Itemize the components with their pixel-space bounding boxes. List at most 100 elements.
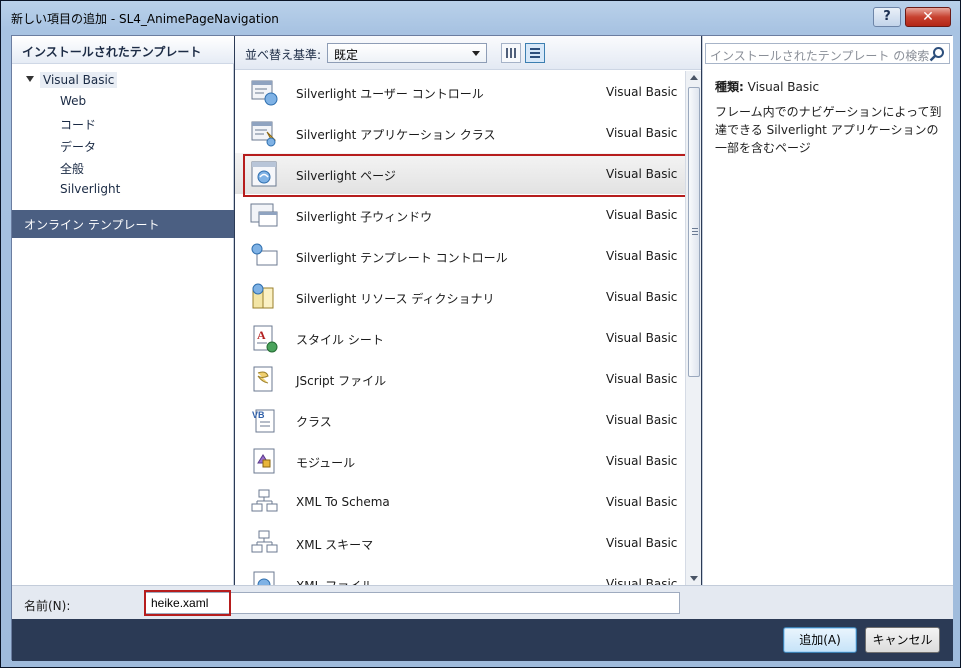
online-templates-header[interactable]: オンライン テンプレート bbox=[12, 210, 234, 238]
template-list-pane: 並べ替え基準: 既定 Silverlight ユーザー コントロール Visual… bbox=[235, 36, 701, 585]
template-name: Silverlight リソース ディクショナリ bbox=[296, 292, 495, 306]
list-scrollbar[interactable] bbox=[685, 71, 701, 585]
template-language: Visual Basic bbox=[606, 413, 678, 427]
style-sheet-icon: A bbox=[253, 325, 278, 353]
template-language: Visual Basic bbox=[606, 126, 678, 140]
search-templates-input[interactable]: インストールされたテンプレート の検索 bbox=[705, 43, 950, 64]
button-bar: 追加(A) キャンセル bbox=[12, 619, 953, 661]
window-title: 新しい項目の追加 - SL4_AnimePageNavigation bbox=[11, 12, 279, 26]
template-name: Silverlight ユーザー コントロール bbox=[296, 87, 484, 101]
template-name: JScript ファイル bbox=[296, 374, 387, 388]
template-language: Visual Basic bbox=[606, 290, 678, 304]
tree-item-web[interactable]: Web bbox=[60, 94, 86, 114]
type-value: Visual Basic bbox=[747, 80, 820, 94]
xml-schema-icon bbox=[251, 489, 278, 512]
silverlight-page-icon bbox=[251, 161, 277, 187]
details-pane: インストールされたテンプレート の検索 種類: Visual Basic フレー… bbox=[702, 36, 953, 585]
template-name: クラス bbox=[296, 415, 332, 429]
template-category-pane: インストールされたテンプレート Visual Basic Web コード データ… bbox=[12, 36, 234, 585]
scroll-up-icon[interactable] bbox=[690, 75, 698, 80]
user-control-icon bbox=[251, 80, 278, 106]
resource-dictionary-icon bbox=[252, 283, 274, 309]
small-icons-view-button[interactable] bbox=[501, 43, 521, 63]
details-view-button[interactable] bbox=[525, 43, 545, 63]
template-language: Visual Basic bbox=[606, 536, 678, 550]
templated-control-icon bbox=[251, 243, 278, 266]
svg-text:VB: VB bbox=[252, 410, 265, 420]
type-key: 種類: bbox=[715, 80, 744, 94]
template-row[interactable]: Silverlight ページ Visual Basic bbox=[235, 153, 685, 197]
cancel-button[interactable]: キャンセル bbox=[865, 627, 940, 653]
search-icon[interactable] bbox=[929, 46, 945, 62]
template-name: Silverlight ページ bbox=[296, 169, 396, 183]
xml-file-icon bbox=[253, 571, 275, 585]
template-row[interactable]: XML To Schema Visual Basic bbox=[235, 481, 685, 522]
template-row[interactable]: モジュール Visual Basic bbox=[235, 440, 685, 481]
small-icons-view-icon bbox=[506, 48, 516, 58]
dialog-client-area: インストールされたテンプレート Visual Basic Web コード データ… bbox=[11, 35, 953, 661]
template-name: Silverlight 子ウィンドウ bbox=[296, 210, 433, 224]
template-row[interactable]: Silverlight 子ウィンドウ Visual Basic bbox=[235, 194, 685, 235]
sort-dropdown-value: 既定 bbox=[334, 48, 359, 62]
application-class-icon bbox=[251, 121, 276, 147]
tree-item-silverlight[interactable]: Silverlight bbox=[60, 182, 120, 202]
jscript-file-icon bbox=[253, 366, 273, 392]
chevron-down-icon bbox=[472, 51, 480, 56]
tree-item-visual-basic[interactable]: Visual Basic bbox=[24, 70, 224, 92]
template-list: Silverlight ユーザー コントロール Visual Basic Silve… bbox=[235, 71, 685, 585]
template-name: スタイル シート bbox=[296, 333, 384, 347]
expand-arrow-icon[interactable] bbox=[26, 76, 34, 82]
scrollbar-thumb[interactable] bbox=[688, 87, 700, 377]
svg-text:A: A bbox=[257, 328, 266, 342]
list-toolbar: 並べ替え基準: 既定 bbox=[235, 36, 701, 70]
template-language: Visual Basic bbox=[606, 331, 678, 345]
name-highlight-box bbox=[144, 590, 231, 616]
template-name: XML To Schema bbox=[296, 495, 390, 509]
help-button[interactable]: ? bbox=[873, 7, 901, 27]
template-row[interactable]: Silverlight アプリケーション クラス Visual Basic bbox=[235, 112, 685, 153]
template-language: Visual Basic bbox=[606, 372, 678, 386]
name-label: 名前(N): bbox=[24, 599, 71, 613]
template-language: Visual Basic bbox=[606, 454, 678, 468]
tree-item-code[interactable]: コード bbox=[60, 116, 96, 136]
add-button[interactable]: 追加(A) bbox=[783, 627, 857, 653]
tree-item-data[interactable]: データ bbox=[60, 138, 96, 158]
module-icon bbox=[253, 448, 275, 474]
template-language: Visual Basic bbox=[606, 495, 678, 509]
vb-class-icon: VB bbox=[252, 409, 275, 433]
tree-item-label: Visual Basic bbox=[40, 72, 118, 88]
template-language: Visual Basic bbox=[606, 208, 678, 222]
template-row[interactable]: VB クラス Visual Basic bbox=[235, 399, 685, 440]
scroll-down-icon[interactable] bbox=[690, 576, 698, 581]
template-name: モジュール bbox=[296, 456, 356, 470]
xml-schema-icon bbox=[251, 530, 278, 553]
template-type: 種類: Visual Basic bbox=[715, 78, 819, 95]
template-row[interactable]: XML スキーマ Visual Basic bbox=[235, 522, 685, 563]
template-row[interactable]: Silverlight リソース ディクショナリ Visual Basic bbox=[235, 276, 685, 317]
template-row[interactable]: JScript ファイル Visual Basic bbox=[235, 358, 685, 399]
template-row[interactable]: XML ファイル Visual Basic bbox=[235, 563, 685, 585]
child-window-icon bbox=[250, 203, 278, 227]
sort-dropdown[interactable]: 既定 bbox=[327, 43, 487, 63]
template-name: Silverlight アプリケーション クラス bbox=[296, 128, 496, 142]
tree-item-general[interactable]: 全般 bbox=[60, 160, 84, 180]
template-row[interactable]: A スタイル シート Visual Basic bbox=[235, 317, 685, 358]
template-language: Visual Basic bbox=[606, 577, 678, 585]
template-language: Visual Basic bbox=[606, 249, 678, 263]
template-row[interactable]: Silverlight ユーザー コントロール Visual Basic bbox=[235, 71, 685, 112]
details-view-icon bbox=[530, 48, 540, 58]
title-bar[interactable]: 新しい項目の追加 - SL4_AnimePageNavigation ? ✕ bbox=[1, 1, 960, 35]
template-description: フレーム内でのナビゲーションによって到達できる Silverlight アプリケ… bbox=[715, 105, 942, 155]
template-language: Visual Basic bbox=[606, 85, 678, 99]
template-row[interactable]: Silverlight テンプレート コントロール Visual Basic bbox=[235, 235, 685, 276]
name-bar: 名前(N): bbox=[12, 585, 953, 619]
template-name: XML スキーマ bbox=[296, 538, 374, 552]
installed-templates-header[interactable]: インストールされたテンプレート bbox=[12, 36, 234, 64]
add-new-item-dialog: 新しい項目の追加 - SL4_AnimePageNavigation ? ✕ イ… bbox=[0, 0, 961, 668]
scrollbar-grip-icon bbox=[692, 228, 698, 235]
close-button[interactable]: ✕ bbox=[905, 7, 951, 27]
template-name: XML ファイル bbox=[296, 577, 373, 585]
sort-label: 並べ替え基準: bbox=[245, 48, 322, 62]
template-language: Visual Basic bbox=[606, 167, 678, 181]
template-name: Silverlight テンプレート コントロール bbox=[296, 251, 508, 265]
